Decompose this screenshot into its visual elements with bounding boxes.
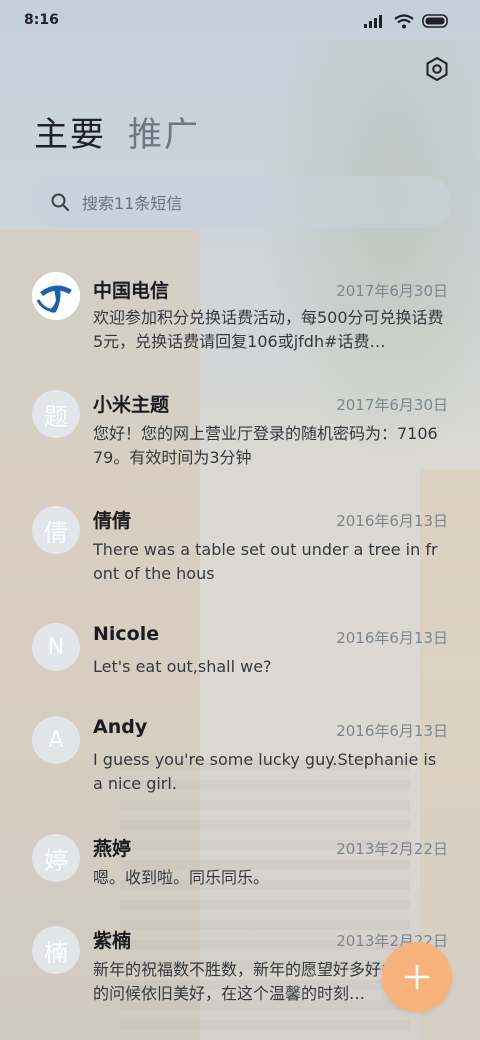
tab-promotions[interactable]: 推广 [128,110,200,160]
conversation-item[interactable]: 倩 倩倩 2016年6月13日 There was a table set ou… [0,500,480,604]
tab-primary[interactable]: 主要 [34,110,106,160]
conversation-preview: I guess you're some lucky guy.Stephanie … [93,750,437,793]
conversation-preview: 嗯。收到啦。同乐同乐。 [93,868,270,887]
settings-button[interactable] [424,56,450,82]
wifi-icon [394,13,414,28]
conversation-name: 燕婷 [93,838,132,860]
battery-icon [422,14,448,28]
conversation-date: 2017年6月30日 [336,396,448,414]
conversation-item[interactable]: 婷 燕婷 2013年2月22日 嗯。收到啦。同乐同乐。 [0,828,480,908]
status-icons [364,13,450,29]
avatar: 婷 [32,834,80,882]
plus-icon [404,964,430,990]
conversation-date: 2016年6月13日 [336,512,448,530]
conversation-item[interactable]: A Andy 2016年6月13日 I guess you're some lu… [0,710,480,814]
conversation-preview: There was a table set out under a tree i… [93,540,438,583]
avatar: 楠 [32,926,80,974]
signal-icon [364,15,382,28]
avatar: 倩 [32,506,80,554]
china-telecom-logo-icon [32,272,80,320]
status-bar: 8:16 [0,0,480,40]
conversation-item[interactable]: N Nicole 2016年6月13日 Let's eat out,shall … [0,617,480,697]
search-icon [51,193,70,212]
avatar [32,272,80,320]
conversation-name: 中国电信 [93,280,170,302]
conversation-date: 2016年6月13日 [336,629,448,647]
search-placeholder: 搜索11条短信 [82,194,183,213]
avatar: N [32,623,80,671]
conversation-preview: 您好！您的网上营业厅登录的随机密码为：710679。有效时间为3分钟 [93,424,438,467]
status-time: 8:16 [24,12,59,28]
conversation-date: 2013年2月22日 [336,840,448,858]
avatar: 题 [32,390,80,438]
conversation-name: 倩倩 [93,510,132,532]
conversation-date: 2016年6月13日 [336,722,448,740]
conversation-date: 2017年6月30日 [336,282,448,300]
conversation-preview: Let's eat out,shall we? [93,657,272,676]
new-message-button[interactable] [382,942,452,1012]
conversation-preview: 欢迎参加积分兑换话费活动，每500分可兑换话费5元，兑换话费请回复106或jfd… [93,308,444,351]
gear-icon [426,56,448,82]
conversation-item[interactable]: 题 小米主题 2017年6月30日 您好！您的网上营业厅登录的随机密码为：710… [0,384,480,488]
avatar: A [32,716,80,764]
conversation-item[interactable]: 中国电信 2017年6月30日 欢迎参加积分兑换话费活动，每500分可兑换话费5… [0,262,480,366]
conversation-name: Nicole [93,623,160,645]
conversation-name: 紫楠 [93,930,132,952]
conversation-name: Andy [93,716,148,738]
conversation-name: 小米主题 [93,394,170,416]
search-input[interactable]: 搜索11条短信 [32,176,452,228]
tab-bar: 主要 推广 [34,110,200,160]
